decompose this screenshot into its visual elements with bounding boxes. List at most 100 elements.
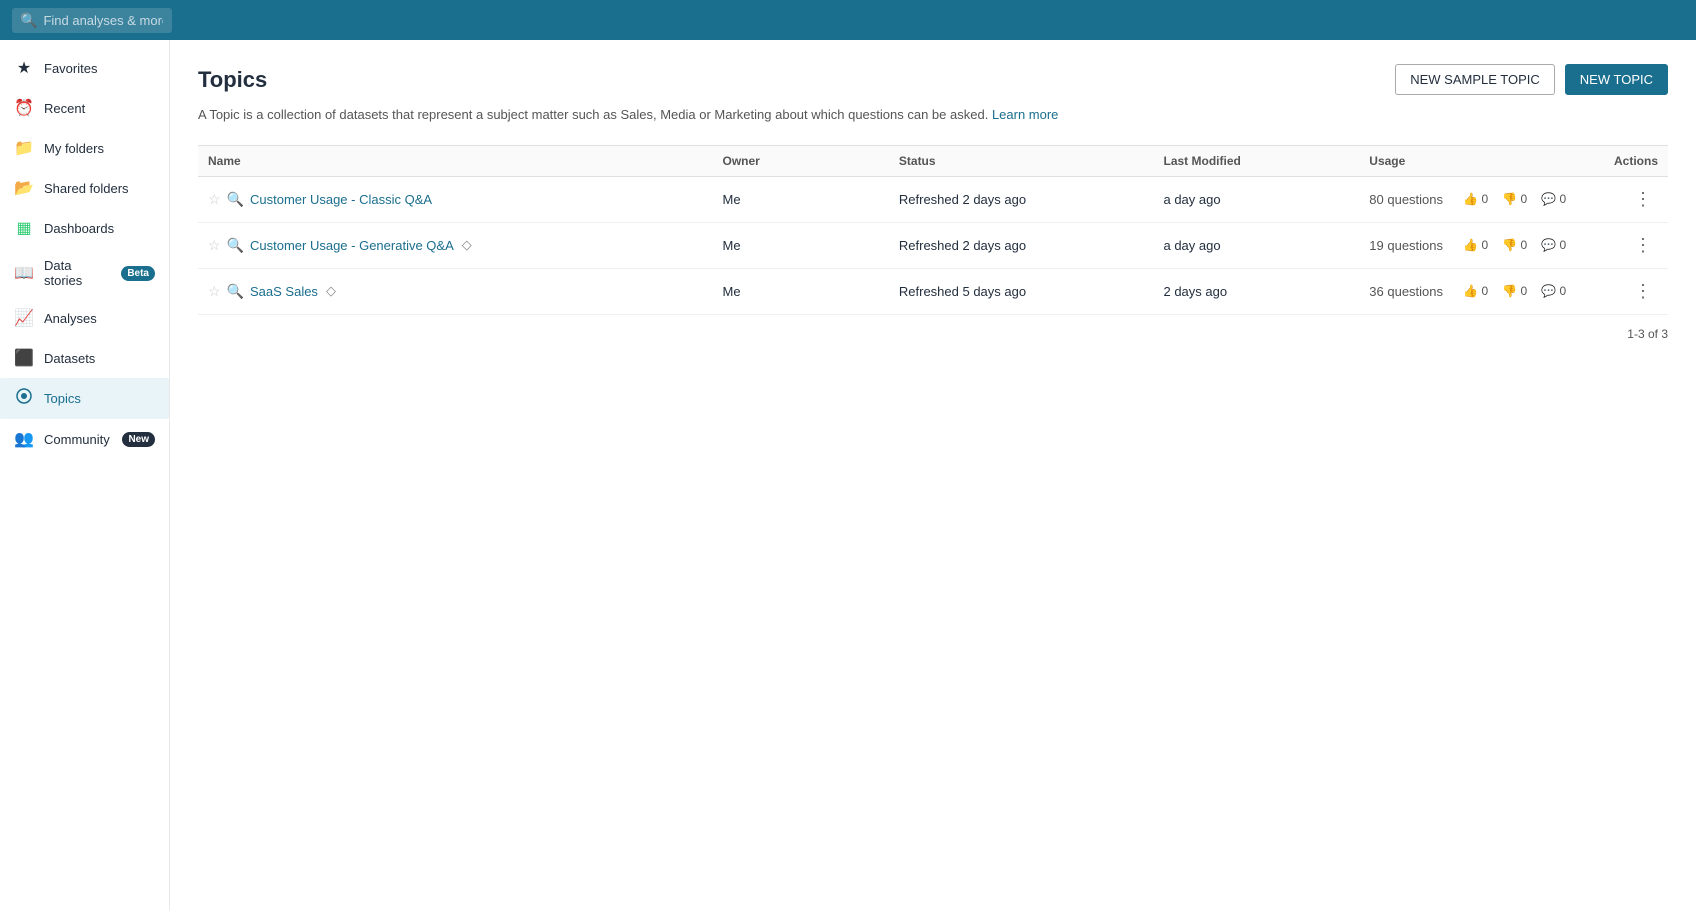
name-cell-1: ☆ 🔍 Customer Usage - Generative Q&A ◇ xyxy=(198,222,713,268)
status-cell-2: Refreshed 5 days ago xyxy=(889,268,1154,314)
analyses-icon: 📈 xyxy=(14,308,34,328)
sidebar-item-label: Community xyxy=(44,432,112,447)
dashboards-icon: ▦ xyxy=(14,218,34,238)
main-content: Topics NEW SAMPLE TOPIC NEW TOPIC A Topi… xyxy=(170,40,1696,910)
thumbs-up-stat-0: 👍 0 xyxy=(1463,192,1488,206)
name-cell-0: ☆ 🔍 Customer Usage - Classic Q&A xyxy=(198,176,713,222)
topic-search-icon-2: 🔍 xyxy=(227,283,244,300)
sidebar-item-dashboards[interactable]: ▦ Dashboards xyxy=(0,208,169,248)
header-actions: NEW SAMPLE TOPIC NEW TOPIC xyxy=(1395,64,1668,95)
owner-cell-2: Me xyxy=(713,268,889,314)
recent-icon: ⏰ xyxy=(14,98,34,118)
usage-cell-0: 80 questions 👍 0 👎 0 💬 0 xyxy=(1359,176,1594,222)
topic-search-icon-0: 🔍 xyxy=(227,191,244,208)
table-row: ☆ 🔍 Customer Usage - Classic Q&A Me Refr… xyxy=(198,176,1668,222)
sidebar-item-label: Shared folders xyxy=(44,181,155,196)
usage-questions-2: 36 questions xyxy=(1369,284,1449,299)
data-stories-icon: 📖 xyxy=(14,263,34,283)
thumbs-down-stat-0: 👎 0 xyxy=(1502,192,1527,206)
modified-cell-2: 2 days ago xyxy=(1153,268,1359,314)
new-topic-button[interactable]: NEW TOPIC xyxy=(1565,64,1668,95)
table-row: ☆ 🔍 SaaS Sales ◇ Me Refreshed 5 days ago… xyxy=(198,268,1668,314)
star-icon-1[interactable]: ☆ xyxy=(208,237,221,254)
col-header-actions: Actions xyxy=(1594,145,1668,176)
pagination: 1-3 of 3 xyxy=(198,327,1668,341)
star-icon-2[interactable]: ☆ xyxy=(208,283,221,300)
sidebar-item-label: Dashboards xyxy=(44,221,155,236)
search-container[interactable]: 🔍 xyxy=(12,8,172,33)
sidebar-item-label: Datasets xyxy=(44,351,155,366)
sidebar-item-label: Topics xyxy=(44,391,155,406)
col-header-usage: Usage xyxy=(1359,145,1594,176)
comments-stat-1: 💬 0 xyxy=(1541,238,1566,252)
status-cell-1: Refreshed 2 days ago xyxy=(889,222,1154,268)
modified-cell-1: a day ago xyxy=(1153,222,1359,268)
beta-badge: Beta xyxy=(121,266,155,281)
owner-cell-0: Me xyxy=(713,176,889,222)
table-header-row: Name Owner Status Last Modified Usage Ac… xyxy=(198,145,1668,176)
shared-icon-1: ◇ xyxy=(462,237,472,253)
page-description: A Topic is a collection of datasets that… xyxy=(198,105,1668,125)
thumbs-down-stat-2: 👎 0 xyxy=(1502,284,1527,298)
sidebar-item-label: My folders xyxy=(44,141,155,156)
learn-more-link[interactable]: Learn more xyxy=(992,107,1058,122)
top-bar: 🔍 xyxy=(0,0,1696,40)
topics-table: Name Owner Status Last Modified Usage Ac… xyxy=(198,145,1668,315)
usage-questions-1: 19 questions xyxy=(1369,238,1449,253)
comments-stat-0: 💬 0 xyxy=(1541,192,1566,206)
my-folders-icon: 📁 xyxy=(14,138,34,158)
usage-questions-0: 80 questions xyxy=(1369,192,1449,207)
sidebar-item-datasets[interactable]: ⬛ Datasets xyxy=(0,338,169,378)
col-header-name: Name xyxy=(198,145,713,176)
sidebar-item-label: Data stories xyxy=(44,258,111,288)
sidebar-item-favorites[interactable]: ★ Favorites xyxy=(0,48,169,88)
search-icon: 🔍 xyxy=(20,12,37,29)
topic-search-icon-1: 🔍 xyxy=(227,237,244,254)
sidebar-item-label: Recent xyxy=(44,101,155,116)
search-input[interactable] xyxy=(43,13,163,28)
more-actions-button-2[interactable]: ⋮ xyxy=(1628,279,1658,304)
sidebar-item-data-stories[interactable]: 📖 Data stories Beta xyxy=(0,248,169,298)
actions-cell-2: ⋮ xyxy=(1594,268,1668,314)
page-title: Topics xyxy=(198,67,267,93)
usage-cell-1: 19 questions 👍 0 👎 0 💬 0 xyxy=(1359,222,1594,268)
thumbs-down-stat-1: 👎 0 xyxy=(1502,238,1527,252)
topic-name-link-2[interactable]: SaaS Sales xyxy=(250,284,318,299)
topic-name-link-1[interactable]: Customer Usage - Generative Q&A xyxy=(250,238,454,253)
page-header: Topics NEW SAMPLE TOPIC NEW TOPIC xyxy=(198,64,1668,95)
actions-cell-0: ⋮ xyxy=(1594,176,1668,222)
col-header-owner: Owner xyxy=(713,145,889,176)
favorites-icon: ★ xyxy=(14,58,34,78)
owner-cell-1: Me xyxy=(713,222,889,268)
sidebar-item-analyses[interactable]: 📈 Analyses xyxy=(0,298,169,338)
sidebar-item-label: Analyses xyxy=(44,311,155,326)
shared-icon-2: ◇ xyxy=(326,283,336,299)
sidebar-item-my-folders[interactable]: 📁 My folders xyxy=(0,128,169,168)
col-header-status: Status xyxy=(889,145,1154,176)
sidebar-item-label: Favorites xyxy=(44,61,155,76)
datasets-icon: ⬛ xyxy=(14,348,34,368)
usage-cell-2: 36 questions 👍 0 👎 0 💬 0 xyxy=(1359,268,1594,314)
new-badge: New xyxy=(122,432,155,447)
sidebar-item-topics[interactable]: Topics xyxy=(0,378,169,419)
new-sample-topic-button[interactable]: NEW SAMPLE TOPIC xyxy=(1395,64,1555,95)
more-actions-button-0[interactable]: ⋮ xyxy=(1628,187,1658,212)
main-layout: ★ Favorites ⏰ Recent 📁 My folders 📂 Shar… xyxy=(0,40,1696,910)
modified-cell-0: a day ago xyxy=(1153,176,1359,222)
thumbs-up-stat-1: 👍 0 xyxy=(1463,238,1488,252)
shared-folders-icon: 📂 xyxy=(14,178,34,198)
community-icon: 👥 xyxy=(14,429,34,449)
sidebar-item-shared-folders[interactable]: 📂 Shared folders xyxy=(0,168,169,208)
status-cell-0: Refreshed 2 days ago xyxy=(889,176,1154,222)
sidebar-item-recent[interactable]: ⏰ Recent xyxy=(0,88,169,128)
sidebar: ★ Favorites ⏰ Recent 📁 My folders 📂 Shar… xyxy=(0,40,170,910)
more-actions-button-1[interactable]: ⋮ xyxy=(1628,233,1658,258)
actions-cell-1: ⋮ xyxy=(1594,222,1668,268)
table-row: ☆ 🔍 Customer Usage - Generative Q&A ◇ Me… xyxy=(198,222,1668,268)
col-header-modified: Last Modified xyxy=(1153,145,1359,176)
comments-stat-2: 💬 0 xyxy=(1541,284,1566,298)
topic-name-link-0[interactable]: Customer Usage - Classic Q&A xyxy=(250,192,432,207)
sidebar-item-community[interactable]: 👥 Community New xyxy=(0,419,169,459)
star-icon-0[interactable]: ☆ xyxy=(208,191,221,208)
name-cell-2: ☆ 🔍 SaaS Sales ◇ xyxy=(198,268,713,314)
